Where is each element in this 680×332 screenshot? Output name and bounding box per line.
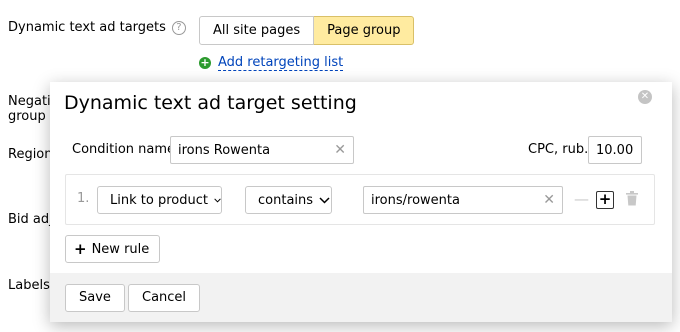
plus-icon: + (74, 239, 87, 258)
rule-row: 1. Link to product contains irons/rowent… (65, 174, 655, 225)
dialog-footer: Save Cancel (50, 273, 672, 322)
new-rule-button[interactable]: + New rule (65, 235, 161, 263)
group-label: group (8, 109, 46, 124)
cpc-label: CPC, rub. (528, 142, 589, 157)
rule-value-text: irons/rowenta (371, 192, 460, 208)
remove-value-button[interactable]: — (573, 191, 590, 208)
rule-number: 1. (77, 191, 90, 206)
clear-icon[interactable]: ✕ (334, 142, 346, 158)
rule-value-input[interactable]: irons/rowenta ✕ (363, 186, 563, 214)
add-retargeting-link[interactable]: + Add retargeting list (199, 55, 344, 71)
condition-name-label: Condition name (72, 142, 176, 157)
help-icon[interactable]: ? (171, 21, 186, 35)
dynamic-targets-label: Dynamic text ad targets? (8, 20, 186, 35)
rule-field-dropdown[interactable]: Link to product (97, 186, 222, 214)
trash-icon[interactable] (626, 191, 638, 206)
condition-name-value: irons Rowenta (178, 142, 271, 158)
save-button[interactable]: Save (65, 284, 125, 312)
target-setting-dialog: Dynamic text ad target setting ✕ Conditi… (50, 82, 672, 322)
add-value-button[interactable]: + (596, 191, 614, 209)
chevron-down-icon (214, 198, 221, 202)
close-icon[interactable]: ✕ (638, 90, 652, 104)
cancel-button[interactable]: Cancel (128, 284, 201, 312)
chevron-down-icon (319, 196, 330, 204)
cpc-input[interactable]: 10.00 (588, 136, 642, 164)
condition-name-input[interactable]: irons Rowenta ✕ (170, 136, 354, 164)
labels-label: Labels (8, 278, 50, 293)
clear-icon[interactable]: ✕ (543, 192, 555, 208)
rule-operator-value: contains (258, 192, 314, 208)
add-circle-icon: + (199, 56, 211, 69)
targets-segmented-control: All site pages Page group (199, 16, 415, 45)
regions-label: Region (8, 147, 53, 162)
new-rule-label: New rule (91, 241, 150, 257)
rule-field-value: Link to product (110, 192, 208, 208)
add-retargeting-text[interactable]: Add retargeting list (218, 55, 344, 71)
page-group-button[interactable]: Page group (314, 16, 415, 45)
all-site-pages-button[interactable]: All site pages (199, 16, 315, 45)
rule-operator-dropdown[interactable]: contains (245, 186, 332, 214)
dialog-title: Dynamic text ad target setting (64, 92, 357, 114)
cpc-value: 10.00 (596, 142, 634, 158)
